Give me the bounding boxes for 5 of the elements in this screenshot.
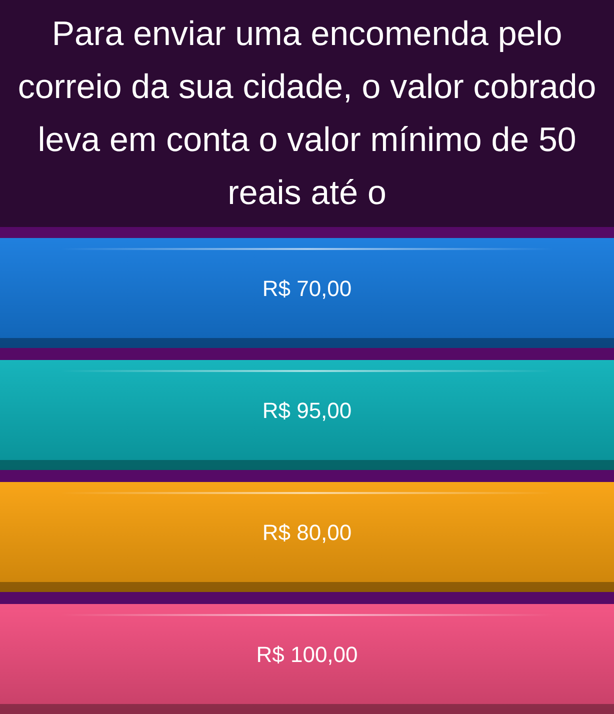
answer-button[interactable]: R$ 100,00: [0, 604, 614, 714]
answer-button[interactable]: R$ 80,00: [0, 482, 614, 592]
answer-button[interactable]: R$ 70,00: [0, 238, 614, 348]
question-text: Para enviar uma encomenda pelo correio da sua cidade, o valor cobrado leva em conta o valor mínimo de 50 reais até o: [16, 14, 598, 214]
answer-button[interactable]: R$ 95,00: [0, 360, 614, 470]
